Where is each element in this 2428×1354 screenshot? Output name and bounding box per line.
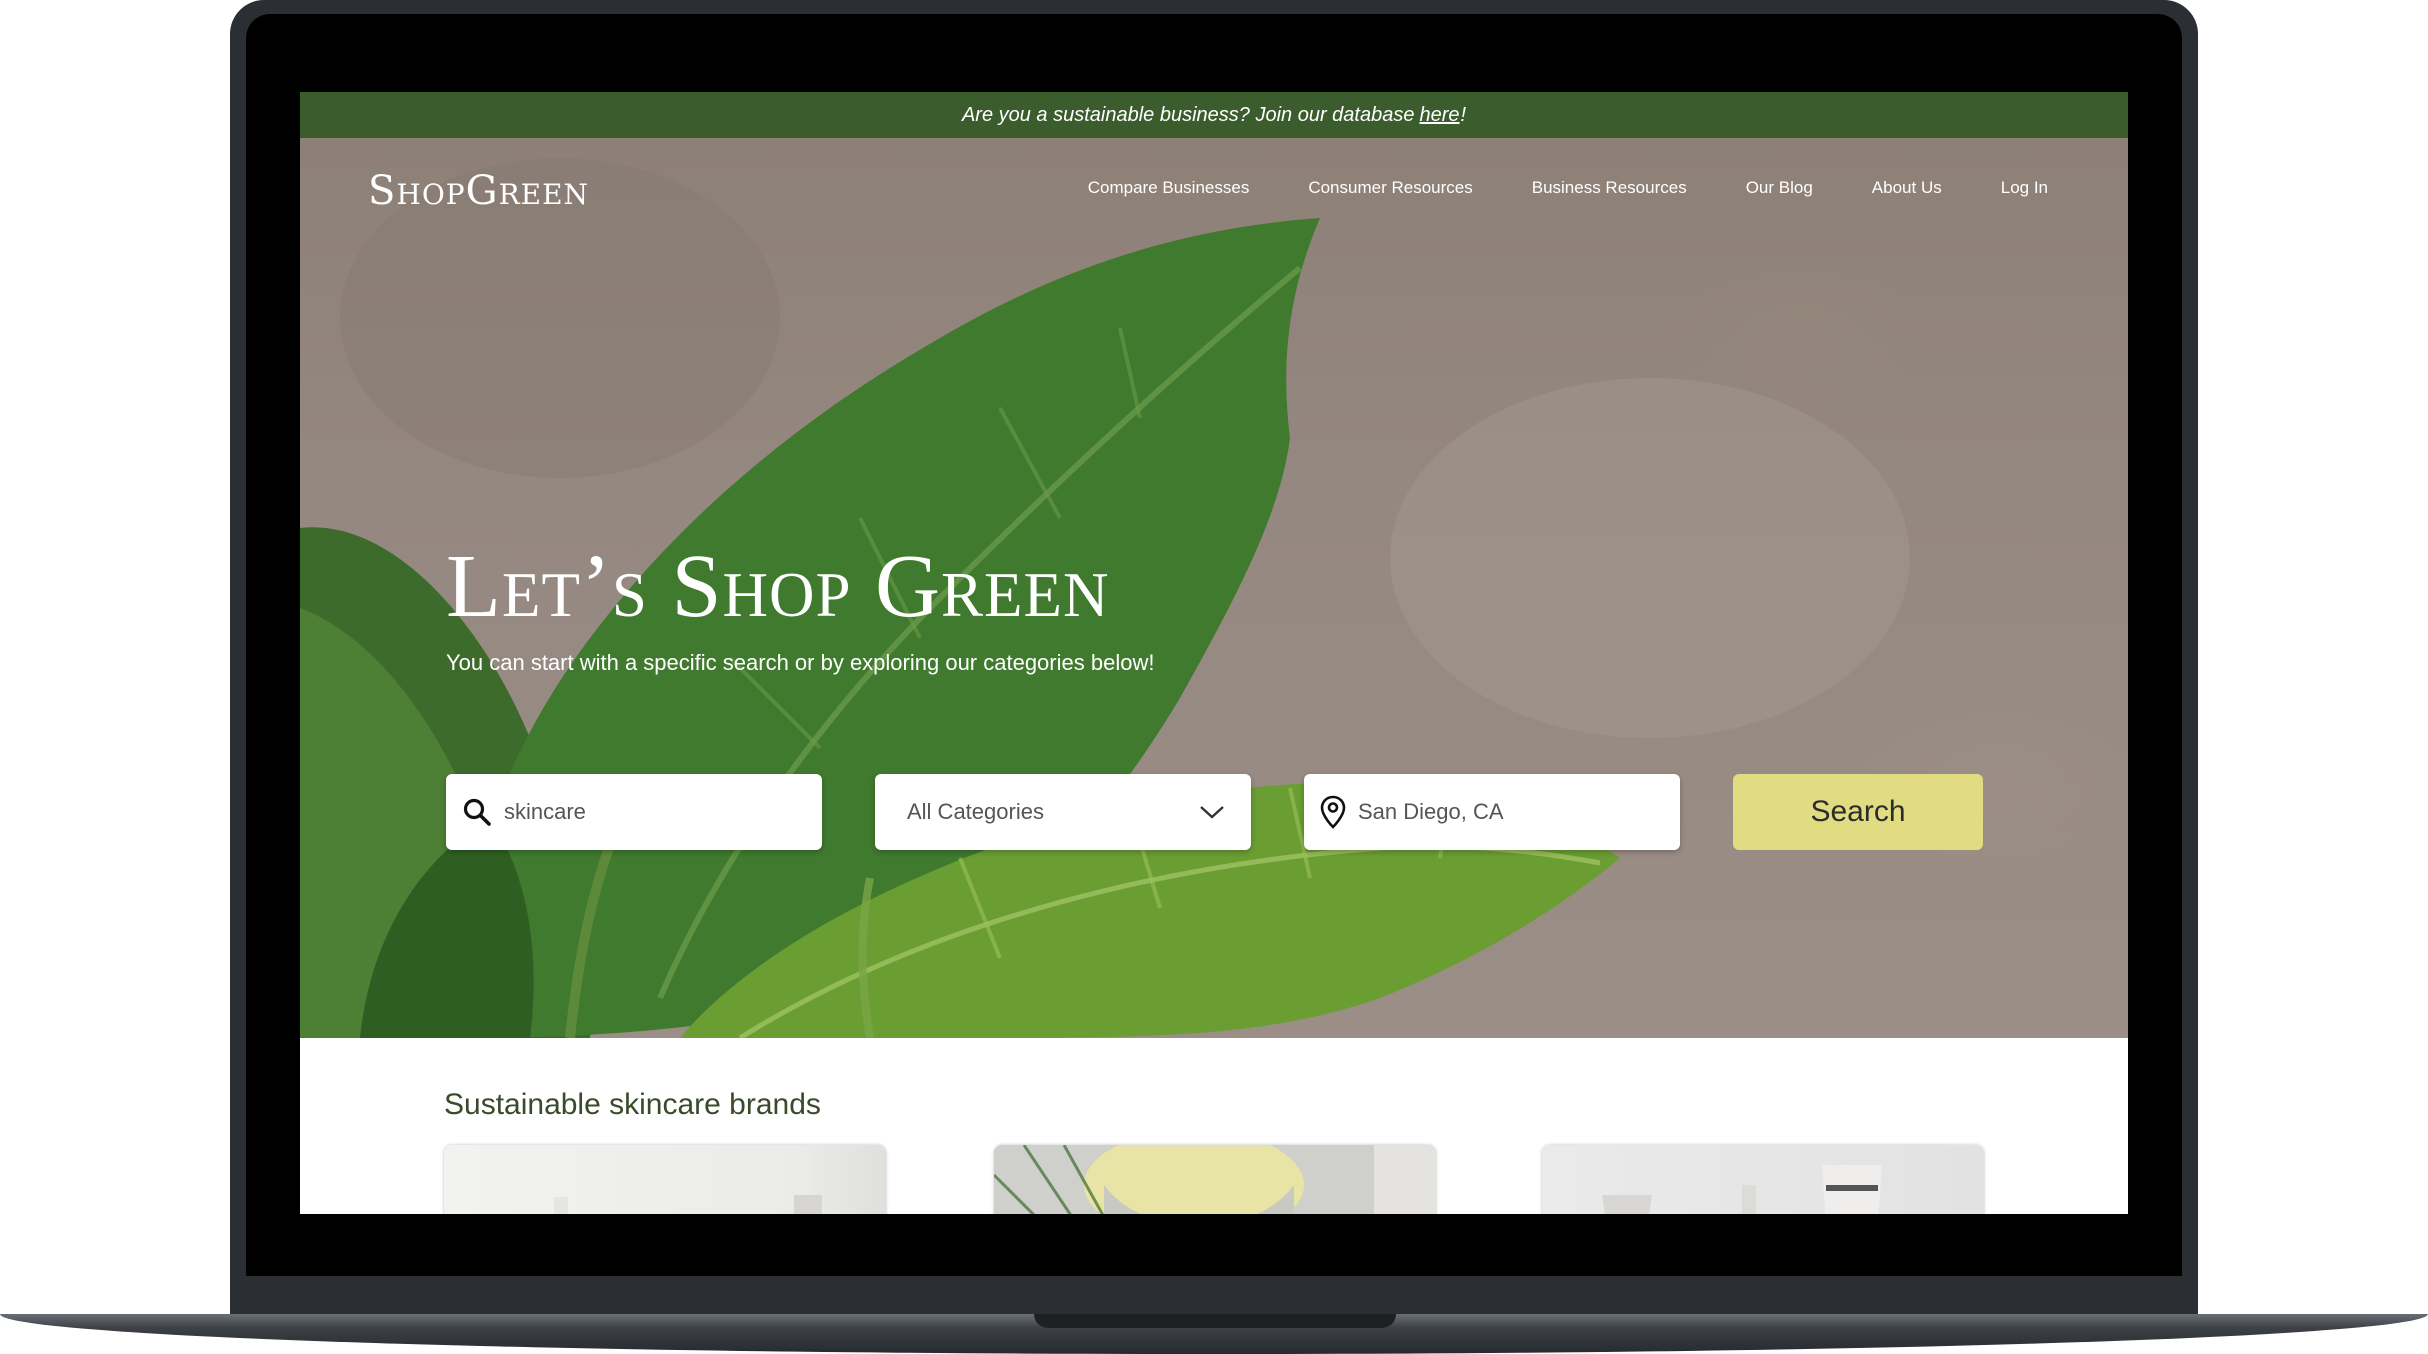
search-input[interactable]: skincare [446,774,822,850]
section-title: Sustainable skincare brands [444,1088,821,1121]
location-input[interactable]: San Diego, CA [1304,774,1680,850]
brand-card[interactable] [994,1145,1436,1214]
search-button[interactable]: Search [1733,774,1983,850]
category-select[interactable]: All Categories [875,774,1251,850]
location-input-value: San Diego, CA [1358,799,1504,824]
search-input-value: skincare [504,799,586,824]
nav-consumer-resources[interactable]: Consumer Resources [1308,178,1472,198]
laptop-notch [1034,1314,1396,1328]
announcement-text: Are you a sustainable business? Join our… [961,103,1415,126]
page-title: Let’s Shop Green [446,537,1110,636]
brand-card-image [1602,1165,1882,1214]
main-nav: Compare Businesses Consumer Resources Bu… [1088,178,2048,198]
location-pin-icon [1320,795,1346,829]
brand-card-image [994,1145,1436,1214]
join-database-link[interactable]: here [1419,104,1459,127]
hero-section: ShopGreen Compare Businesses Consumer Re… [300,138,2128,1038]
brand-card-image [554,1195,822,1214]
chevron-down-icon [1199,804,1225,820]
nav-about-us[interactable]: About Us [1872,178,1942,198]
shopgreen-logo[interactable]: ShopGreen [368,168,589,214]
search-icon [462,797,492,827]
announcement-banner: Are you a sustainable business? Join our… [300,92,2128,138]
brand-card[interactable] [444,1145,886,1214]
announcement-exclamation: ! [1460,103,1467,126]
nav-our-blog[interactable]: Our Blog [1746,178,1813,198]
browser-screen: Are you a sustainable business? Join our… [300,92,2128,1214]
category-select-value: All Categories [907,799,1044,824]
hero-subtitle: You can start with a specific search or … [446,650,1155,675]
nav-compare-businesses[interactable]: Compare Businesses [1088,178,1250,198]
nav-log-in[interactable]: Log In [2001,178,2048,198]
brand-card[interactable] [1542,1145,1984,1214]
nav-business-resources[interactable]: Business Resources [1532,178,1687,198]
